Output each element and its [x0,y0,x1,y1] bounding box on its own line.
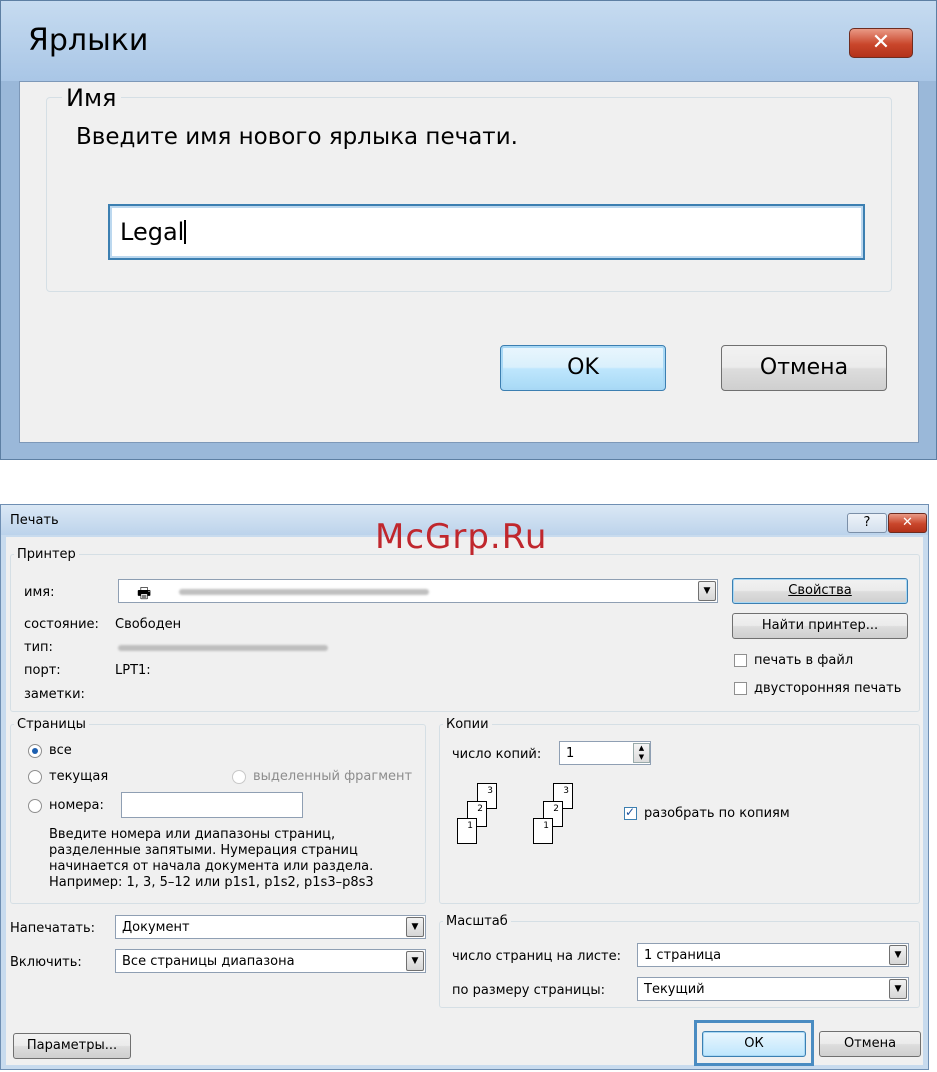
print-dialog-body: Принтер имя: 🖶 ▼ состояние: Свободен тип… [6,537,923,1066]
dialog-title: Ярлыки [28,23,149,58]
prompt-text: Введите имя нового ярлыка печати. [76,124,518,150]
help-line: разделенные запятыми. Нумерация страниц [49,843,358,858]
find-printer-button[interactable]: Найти принтер... [732,613,908,639]
pages-per-sheet-select[interactable]: 1 страница [637,943,909,967]
pages-current-radio[interactable] [28,770,42,784]
copies-spinner[interactable]: ▲ ▼ [633,743,650,763]
pages-selection-label: выделенный фрагмент [253,769,413,784]
help-line: Например: 1, 3, 5–12 или p1s1, p1s2, p1s… [49,875,374,890]
print-what-label: Напечатать: [10,921,96,936]
pages-per-sheet-label: число страниц на листе: [452,949,621,964]
printer-name-value [179,589,429,595]
printer-notes-label: заметки: [24,687,85,702]
print-to-file-label: печать в файл [754,653,854,668]
pages-selection-radio[interactable] [232,770,246,784]
printer-port-label: порт: [24,663,61,678]
check-icon: ✓ [625,805,636,819]
pages-all-radio[interactable] [28,744,42,758]
printer-group-label: Принтер [14,547,79,562]
pages-help-text: Введите номера или диапазоны страниц, ра… [49,827,374,891]
collate-page-1: 1 [533,818,553,844]
fit-to-page-select[interactable]: Текущий [637,977,909,1001]
chevron-down-icon[interactable]: ▼ [698,581,716,601]
printer-icon: 🖶 [137,584,152,602]
text-caret [184,220,187,244]
print-to-file-checkbox[interactable] [734,654,747,667]
shortcut-name-input[interactable]: Legal [108,204,865,260]
print-dialog-title: Печать [10,513,59,528]
help-button[interactable]: ? [847,513,887,533]
chevron-down-icon[interactable]: ▼ [889,945,907,965]
chevron-down-icon[interactable]: ▼ [889,979,907,999]
watermark: McGrp.Ru [375,517,548,557]
ok-button[interactable]: OK [500,345,666,391]
arrow-down-icon[interactable]: ▼ [634,753,649,762]
chevron-down-icon[interactable]: ▼ [406,917,424,937]
pages-group-label: Страницы [14,717,89,732]
help-line: начинается от начала документа или разде… [49,859,374,874]
chevron-down-icon[interactable]: ▼ [406,951,424,971]
printer-name-select[interactable]: 🖶 [118,579,718,603]
copies-group-label: Копии [443,717,492,732]
dialog-body: Имя Введите имя нового ярлыка печати. Le… [19,81,919,443]
pages-range-radio[interactable] [28,799,42,813]
title-bar[interactable]: Ярлыки ✕ [1,1,936,81]
print-what-select[interactable]: Документ [115,915,426,939]
shortcut-name-value: Legal [120,218,185,246]
print-cancel-button[interactable]: Отмена [819,1031,921,1057]
close-icon: ✕ [871,30,891,55]
help-icon: ? [863,515,871,530]
pages-all-label: все [49,743,72,758]
duplex-checkbox[interactable] [734,682,747,695]
include-select[interactable]: Все страницы диапазона [115,949,426,973]
printer-status-value: Свободен [115,617,182,632]
arrow-up-icon[interactable]: ▲ [634,744,649,753]
pages-range-label: номера: [49,798,104,813]
close-button[interactable]: ✕ [849,28,913,58]
printer-type-label: тип: [24,640,53,655]
collate-checkbox[interactable]: ✓ [624,805,637,820]
cancel-button[interactable]: Отмена [721,345,887,391]
collate-page-1: 1 [457,818,477,844]
options-button[interactable]: Параметры... [13,1033,131,1059]
printer-status-label: состояние: [24,617,99,632]
pages-current-label: текущая [49,769,109,784]
print-ok-button[interactable]: ОК [702,1031,806,1057]
printer-name-label: имя: [24,585,55,600]
shortcut-dialog: Ярлыки ✕ Имя Введите имя нового ярлыка п… [0,0,937,460]
include-label: Включить: [10,955,82,970]
name-group-label: Имя [62,84,121,112]
fit-to-page-label: по размеру страницы: [452,983,605,998]
properties-button[interactable]: Свойства [732,578,908,604]
printer-port-value: LPT1: [115,663,151,678]
pages-range-input[interactable] [121,792,303,818]
duplex-label: двусторонняя печать [754,681,902,696]
scale-group-label: Масштаб [443,914,511,929]
printer-type-value [118,645,328,651]
collate-label: разобрать по копиям [644,806,790,821]
help-line: Введите номера или диапазоны страниц, [49,827,336,842]
close-icon: ✕ [902,515,913,530]
copies-count-label: число копий: [452,747,542,762]
print-close-button[interactable]: ✕ [888,513,927,533]
print-dialog: Печать ? ✕ Принтер имя: 🖶 ▼ состояние: С… [0,504,929,1070]
